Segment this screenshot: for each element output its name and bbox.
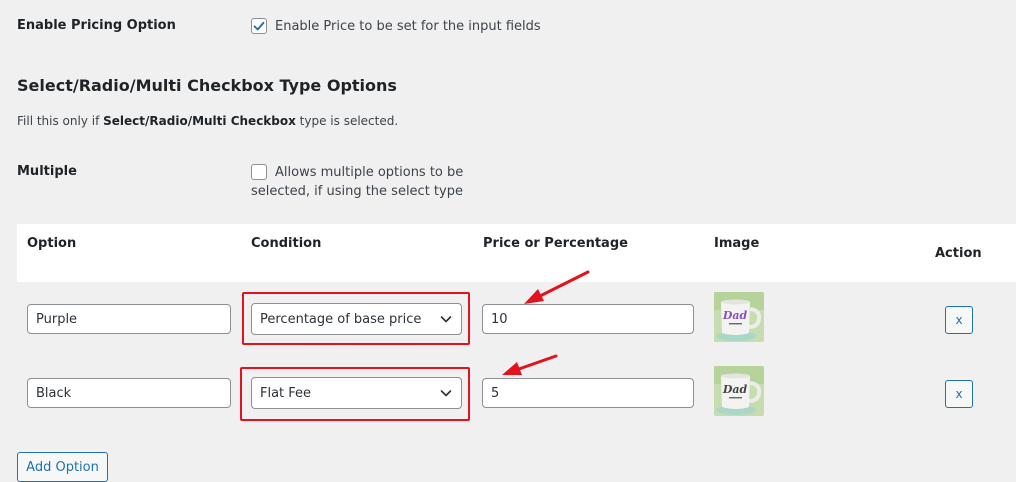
section-title: Select/Radio/Multi Checkbox Type Options bbox=[17, 76, 397, 95]
hint-suffix: type is selected. bbox=[295, 114, 399, 128]
condition-value: Percentage of base price bbox=[260, 311, 422, 327]
condition-select[interactable]: Percentage of base price bbox=[251, 303, 462, 335]
chevron-down-icon bbox=[440, 390, 452, 397]
pricing-label: Enable Pricing Option bbox=[17, 18, 176, 33]
checkmark-icon bbox=[253, 21, 265, 31]
multiple-checkbox-line1[interactable]: Allows multiple options to be bbox=[275, 163, 463, 183]
header-price: Price or Percentage bbox=[483, 236, 628, 251]
option-name-input[interactable]: Purple bbox=[27, 304, 231, 334]
multiple-label: Multiple bbox=[17, 164, 77, 179]
mug-image: Dad bbox=[714, 292, 764, 342]
option-image-thumbnail[interactable]: Dad bbox=[714, 366, 764, 416]
remove-option-button[interactable]: x bbox=[945, 306, 973, 334]
condition-select[interactable]: Flat Fee bbox=[251, 377, 462, 409]
section-hint: Fill this only if Select/Radio/Multi Che… bbox=[17, 114, 398, 128]
mug-print: Dad bbox=[722, 383, 748, 396]
annotation-arrow-icon bbox=[502, 354, 558, 375]
multiple-checkbox-line2[interactable]: selected, if using the select type bbox=[251, 182, 463, 202]
mug-print: Dad bbox=[722, 309, 748, 322]
header-condition: Condition bbox=[251, 236, 322, 251]
condition-value: Flat Fee bbox=[260, 385, 312, 401]
remove-option-button[interactable]: x bbox=[945, 380, 973, 408]
header-image: Image bbox=[714, 236, 760, 251]
option-name-input[interactable]: Black bbox=[27, 378, 231, 408]
enable-pricing-checkbox[interactable] bbox=[251, 18, 267, 34]
option-image-thumbnail[interactable]: Dad bbox=[714, 292, 764, 342]
multiple-checkbox[interactable] bbox=[251, 164, 267, 180]
header-option: Option bbox=[27, 236, 77, 251]
header-action: Action bbox=[935, 246, 982, 261]
chevron-down-icon bbox=[440, 316, 452, 323]
mug-image: Dad bbox=[714, 366, 764, 416]
hint-bold: Select/Radio/Multi Checkbox bbox=[103, 114, 296, 128]
add-option-button[interactable]: Add Option bbox=[17, 452, 108, 482]
enable-pricing-checkbox-label[interactable]: Enable Price to be set for the input fie… bbox=[275, 17, 541, 37]
annotation-arrow-icon bbox=[524, 270, 590, 304]
hint-prefix: Fill this only if bbox=[17, 114, 104, 128]
